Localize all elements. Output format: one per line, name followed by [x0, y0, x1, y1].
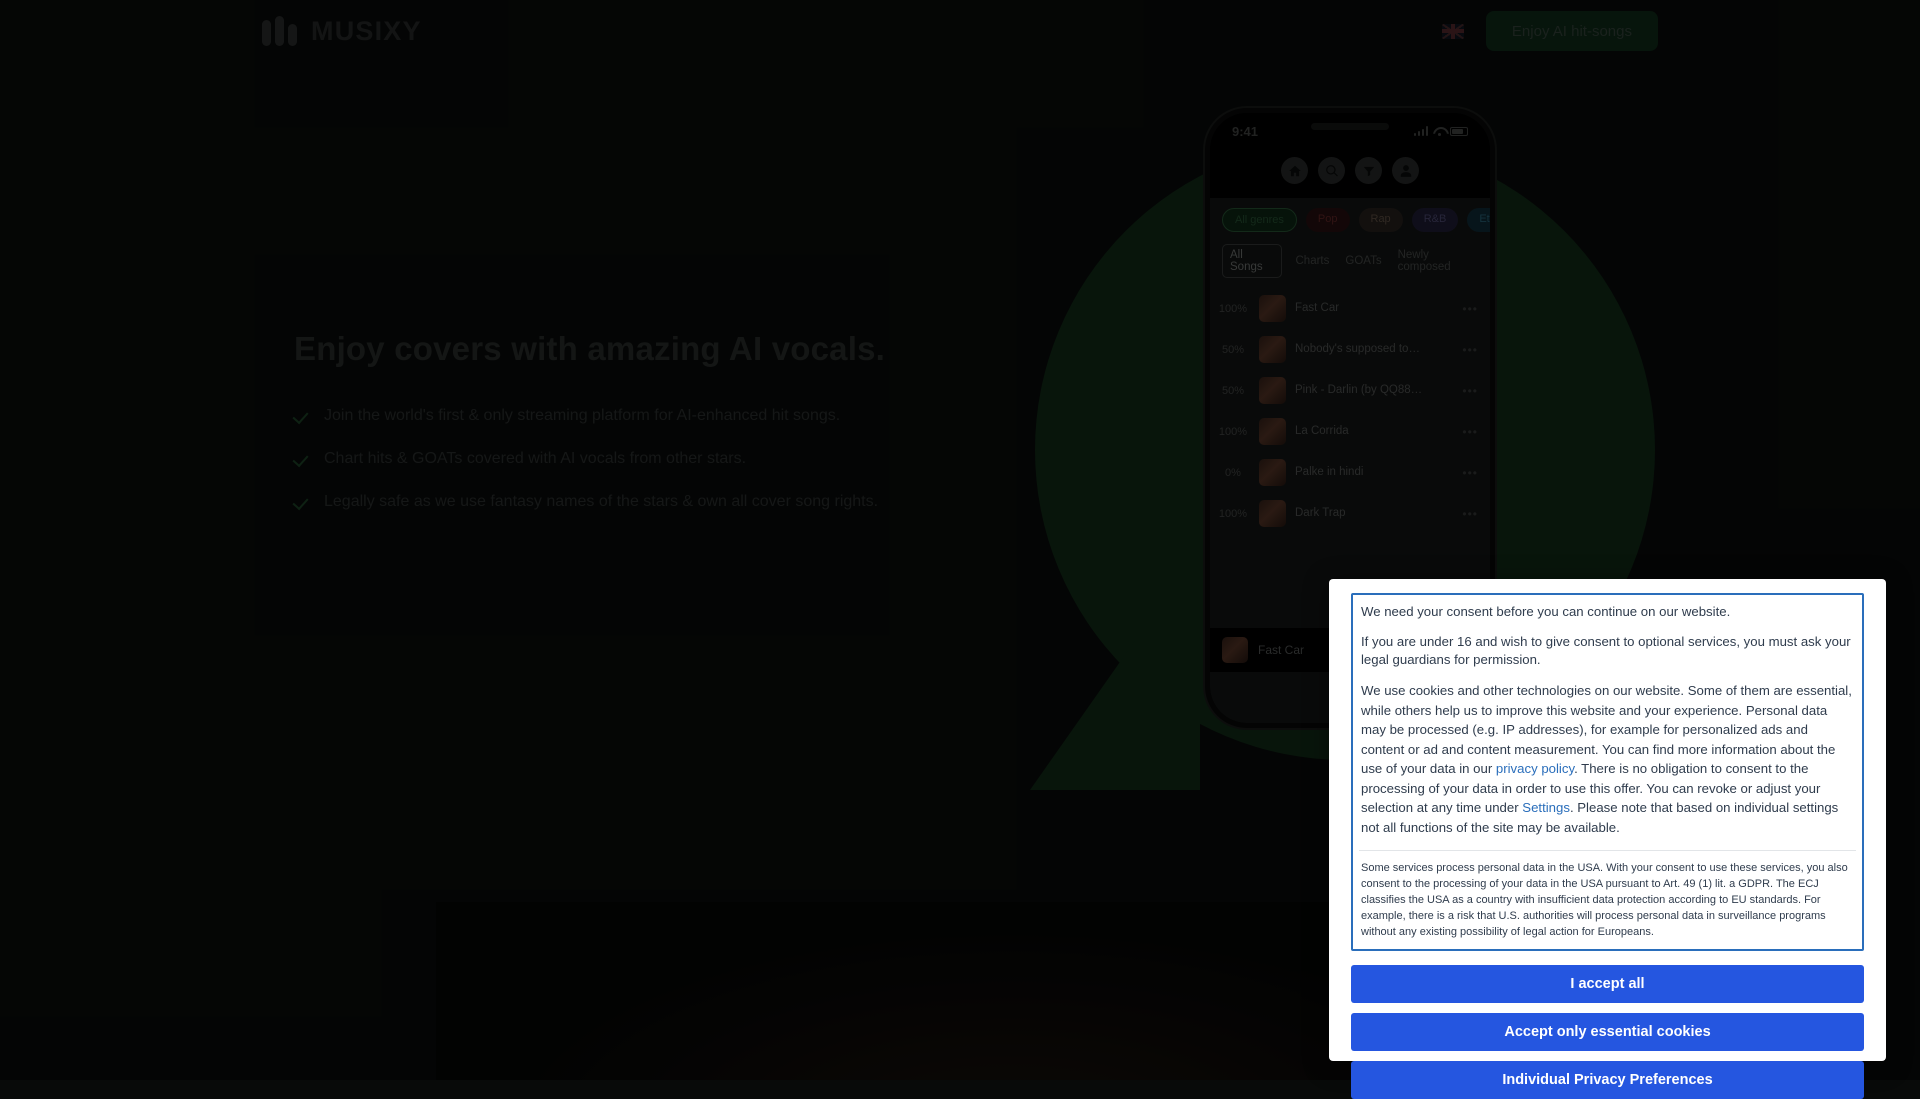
consent-usa-notice: Some services process personal data in t…: [1355, 861, 1860, 941]
settings-link[interactable]: Settings: [1522, 800, 1570, 815]
accept-all-button[interactable]: I accept all: [1351, 965, 1864, 1003]
consent-minor-text: If you are under 16 and wish to give con…: [1361, 633, 1854, 670]
consent-text-box[interactable]: We need your consent before you can cont…: [1351, 593, 1864, 951]
cookie-consent-dialog: We need your consent before you can cont…: [1329, 579, 1886, 1061]
dialog-action-buttons: I accept all Accept only essential cooki…: [1351, 965, 1864, 1099]
consent-lead-text: We need your consent before you can cont…: [1361, 603, 1854, 622]
consent-divider: [1359, 850, 1856, 851]
privacy-policy-link[interactable]: privacy policy: [1496, 761, 1574, 776]
accept-essential-button[interactable]: Accept only essential cookies: [1351, 1013, 1864, 1051]
individual-preferences-button[interactable]: Individual Privacy Preferences: [1351, 1061, 1864, 1099]
consent-main-text: We use cookies and other technologies on…: [1361, 681, 1854, 837]
consent-scroll-area: We need your consent before you can cont…: [1355, 603, 1860, 837]
